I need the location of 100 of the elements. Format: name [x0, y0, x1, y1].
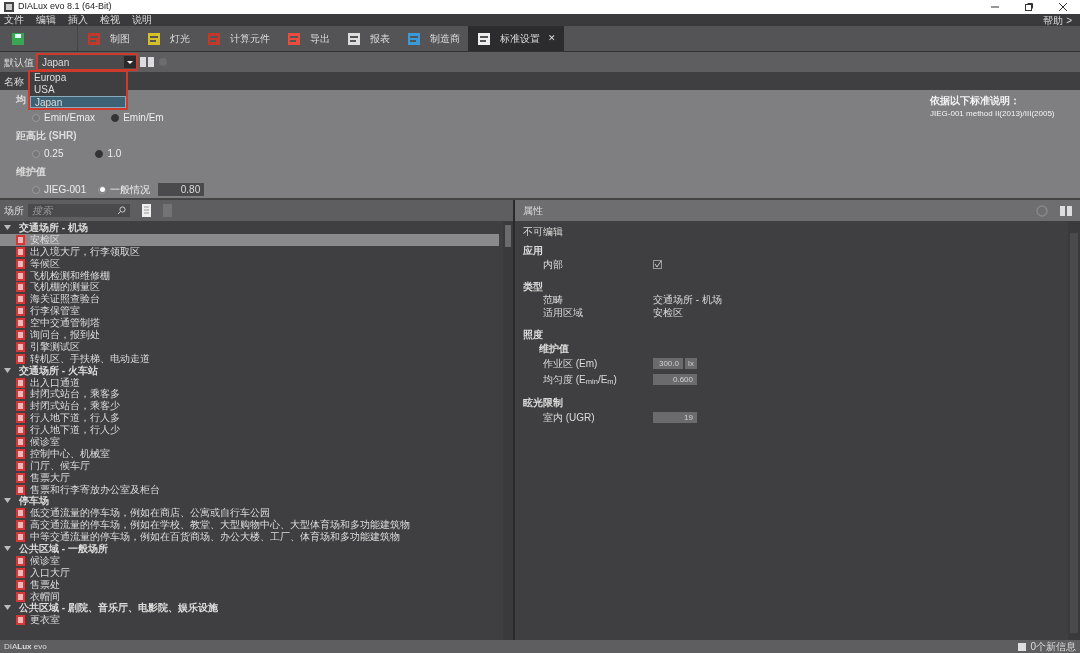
category-label[interactable]: 停车场 [19, 496, 49, 507]
tree-item[interactable]: 引擎测试区 [0, 340, 499, 353]
menu-item[interactable]: 说明 [132, 15, 152, 25]
checkbox[interactable] [653, 259, 662, 269]
columns-icon[interactable] [140, 57, 154, 67]
tree-item[interactable]: 出入境大厅，行李领取区 [0, 245, 499, 258]
toolbar-tab[interactable]: 计算元件 [198, 26, 278, 51]
standard-dropdown[interactable]: Japan [38, 55, 136, 69]
toolbar-tab[interactable]: 制造商 [398, 26, 468, 51]
columns-icon[interactable] [1060, 205, 1072, 216]
radio-button[interactable] [111, 113, 120, 122]
radio-button[interactable] [32, 113, 40, 122]
tree-item[interactable]: 行人地下道，行人多 [0, 412, 499, 425]
scrollbar-thumb[interactable] [505, 225, 511, 247]
property-label: 室内 (UGR) [542, 410, 596, 425]
restore-icon[interactable] [1024, 2, 1034, 12]
toolbar-tab[interactable]: 制图 [78, 26, 138, 51]
app-icon [4, 2, 14, 12]
toolbar-tab[interactable]: 标准设置 ✕ [468, 26, 564, 51]
subsection-title: 维护值 [538, 342, 570, 355]
tree-item[interactable]: 控制中心、机械室 [0, 447, 499, 460]
tree-item[interactable]: 等候区 [0, 257, 499, 270]
radio-button[interactable] [95, 149, 104, 158]
section-title: 眩光限制 [523, 396, 564, 409]
note-text: JIEG-001 method II(2013)/III(2005) [930, 108, 1055, 120]
toolbar-tab[interactable]: 报表 [338, 26, 398, 51]
property-label: 内部 [542, 257, 564, 272]
toolbar-tab[interactable]: 导出 [278, 26, 338, 51]
menu-item[interactable]: 检视 [100, 15, 120, 25]
tool-icon [146, 30, 162, 47]
value-field: 300.0 [653, 357, 683, 369]
property-label: 范畴 [542, 293, 564, 307]
document-icon [16, 472, 25, 483]
tree-item[interactable]: 询问台，报到处 [0, 329, 499, 341]
help-link[interactable]: 帮助 > [1043, 12, 1072, 28]
close-icon[interactable] [1058, 2, 1068, 12]
category-label[interactable]: 公共区域 - 一般场所 [19, 544, 108, 554]
document-icon [16, 329, 25, 340]
radio-button[interactable] [32, 149, 40, 158]
expand-caret-icon[interactable] [4, 498, 11, 505]
dropdown-option[interactable]: Europa [30, 72, 126, 84]
column-header: 名称 [4, 74, 24, 89]
tree-item[interactable]: 低交通流量的停车场，例如在商店、公寓或自行车公园 [0, 507, 499, 520]
tree-item[interactable]: 出入口通道 [0, 376, 499, 389]
document-icon [16, 306, 25, 317]
tree-item[interactable]: 行李保管室 [0, 305, 499, 318]
toolbar-tab[interactable]: 灯光 [138, 26, 198, 51]
radio-button[interactable] [32, 185, 40, 194]
tree-item[interactable]: 售票处 [0, 578, 499, 591]
tree-item[interactable]: 中等交通流量的停车场，例如在百货商场、办公大楼、工厂、体育场和多功能建筑物 [0, 531, 499, 544]
tree-item[interactable]: 飞机棚的测量区 [0, 281, 499, 294]
dropdown-option[interactable]: Japan [30, 96, 126, 108]
tree-item[interactable]: 门厅、候车厅 [0, 459, 499, 472]
property-label: 适用区域 [542, 306, 584, 320]
tree-item[interactable]: 售票大厅 [0, 471, 499, 484]
document-icon [16, 401, 25, 412]
tree-item[interactable]: 海关证照查验台 [0, 293, 499, 306]
message-icon[interactable] [1018, 642, 1027, 651]
category-label[interactable]: 公共区域 - 剧院、音乐厅、电影院、娱乐设施 [19, 603, 218, 614]
dropdown-option[interactable]: USA [30, 84, 126, 96]
document-icon [16, 484, 25, 495]
tree-item[interactable]: 更衣室 [0, 614, 499, 627]
tree-item[interactable]: 转机区、手扶梯、电动走道 [0, 352, 499, 365]
radio-label: 一般情况 [110, 183, 151, 197]
menu-item[interactable]: 插入 [68, 15, 88, 25]
tree-item[interactable]: 候诊室 [0, 554, 499, 567]
property-value: 交通场所 - 机场 [653, 293, 722, 307]
tree-item[interactable]: 空中交通管制塔 [0, 317, 499, 329]
close-tab-icon[interactable]: ✕ [548, 31, 556, 46]
radio-label: 1.0 [107, 147, 122, 161]
tree-item[interactable]: 候诊室 [0, 436, 499, 448]
value-field: 0.600 [653, 373, 697, 385]
document-icon [16, 413, 25, 424]
tree-item[interactable]: 高交通流量的停车场，例如在学校、教堂、大型购物中心、大型体育场和多功能建筑物 [0, 519, 499, 532]
tree-item[interactable]: 封闭式站台，乘客少 [0, 400, 499, 413]
menu-item[interactable]: 编辑 [36, 15, 56, 25]
save-icon[interactable] [12, 32, 24, 45]
property-label: 均匀度 (E$_{min}$/E$_{m}$) [542, 372, 618, 387]
expand-caret-icon[interactable] [4, 605, 11, 612]
category-label[interactable]: 交通场所 - 机场 [19, 222, 88, 233]
expand-caret-icon[interactable] [4, 546, 11, 552]
expand-caret-icon[interactable] [4, 224, 11, 231]
menu-item[interactable]: 文件 [4, 15, 24, 25]
document-icon [16, 436, 25, 447]
tree-item[interactable]: 售票和行李寄放办公室及柜台 [0, 483, 499, 496]
tree-item[interactable]: 入口大厅 [0, 566, 499, 579]
tree-item[interactable]: 衣帽间 [0, 590, 499, 603]
tree-item[interactable]: 飞机检测和维修棚 [0, 269, 499, 282]
tool-icon [86, 30, 102, 47]
document-icon [16, 460, 25, 471]
panel-label: 场所 [4, 204, 24, 218]
category-label[interactable]: 交通场所 - 火车站 [19, 365, 98, 376]
tree-item[interactable]: 行人地下道，行人少 [0, 424, 499, 437]
tree-item[interactable]: 封闭式站台，乘客多 [0, 388, 499, 401]
radio-button[interactable] [98, 185, 107, 194]
document-icon [16, 246, 25, 257]
section-title: 照度 [523, 328, 544, 341]
expand-caret-icon[interactable] [4, 367, 11, 374]
document-icon [16, 294, 25, 305]
value-field[interactable]: 0.80 [158, 183, 205, 196]
